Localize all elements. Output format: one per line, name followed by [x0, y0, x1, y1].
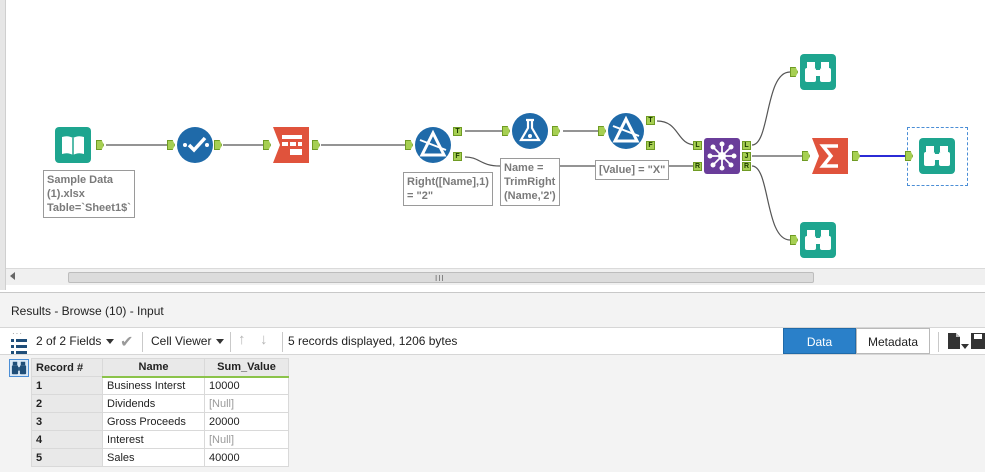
browse-tool-selected[interactable]: [918, 137, 956, 175]
binoculars-icon: [919, 138, 955, 174]
browse-tool-bottom[interactable]: [799, 221, 837, 259]
sigma-icon: [812, 138, 848, 174]
filter2-annotation: [Value] = "X": [595, 160, 670, 180]
record-number-cell: 2: [31, 394, 103, 413]
wire-join-left-to-browse: [751, 71, 791, 146]
binoculars-icon: [800, 54, 836, 90]
results-title: Results - Browse (10) - Input: [11, 304, 164, 318]
join-left-input-anchor[interactable]: L: [693, 141, 702, 150]
wire-join-right-to-browse: [751, 165, 791, 241]
summarize-tool[interactable]: [811, 137, 849, 175]
join-left-output-anchor[interactable]: L: [742, 141, 751, 150]
check-circle-icon: [177, 127, 213, 163]
records-info: 5 records displayed, 1206 bytes: [288, 334, 458, 348]
binoculars-icon: [800, 222, 836, 258]
workflow-canvas[interactable]: Sample Data (1).xlsx Table=`Sheet1$` T F…: [0, 0, 985, 290]
record-number-cell: 3: [31, 412, 103, 431]
save-icon[interactable]: [971, 332, 985, 353]
filter-tool-2[interactable]: [607, 112, 645, 150]
data-tab-button[interactable]: Data: [783, 328, 856, 354]
wire-filter2-true-to-join: [656, 120, 697, 146]
grid-header-row: Record # Name Sum_Value: [31, 358, 289, 378]
filter2-true-anchor[interactable]: T: [646, 116, 655, 125]
chevron-down-icon[interactable]: [961, 339, 969, 353]
join-tool[interactable]: [703, 137, 741, 175]
text-to-columns-tool[interactable]: [272, 126, 310, 164]
record-number-cell: 5: [31, 448, 103, 467]
arrow-down-icon[interactable]: ↓: [260, 331, 268, 348]
chevron-down-icon: [106, 339, 115, 345]
binoculars-icon[interactable]: [9, 359, 29, 377]
toolbar-divider: [230, 332, 231, 352]
sum-value-cell[interactable]: 10000: [204, 376, 289, 395]
fields-selector[interactable]: 2 of 2 Fields: [36, 334, 115, 348]
book-icon: [55, 127, 91, 163]
record-number-cell: 1: [31, 376, 103, 395]
arrow-up-icon[interactable]: ↑: [238, 331, 246, 348]
results-panel: Results - Browse (10) - Input 2 of 2 Fie…: [0, 292, 985, 472]
input-tool-annotation: Sample Data (1).xlsx Table=`Sheet1$`: [43, 170, 135, 218]
filter-triangle-icon: [415, 127, 451, 163]
results-toolbar: 2 of 2 Fields ✔ Cell Viewer ↑ ↓ 5 record…: [0, 327, 985, 355]
filter1-true-anchor[interactable]: T: [453, 127, 462, 136]
input-data-tool[interactable]: [54, 126, 92, 164]
join-right-input-anchor[interactable]: R: [693, 162, 702, 171]
list-icon[interactable]: [10, 337, 28, 355]
toolbar-divider: [282, 332, 283, 352]
column-header-name[interactable]: Name: [102, 358, 205, 378]
metadata-tab-button[interactable]: Metadata: [856, 328, 930, 354]
browse-tool-top[interactable]: [799, 53, 837, 91]
column-header-record[interactable]: Record #: [31, 358, 103, 377]
toolbar-divider: [142, 332, 143, 352]
record-number-cell: 4: [31, 430, 103, 449]
cell-viewer-selector[interactable]: Cell Viewer: [151, 334, 225, 348]
flask-icon: [512, 113, 548, 149]
chevron-down-icon: [216, 339, 225, 345]
connection-wires: [106, 71, 906, 241]
cell-viewer-label: Cell Viewer: [151, 334, 212, 348]
scrollbar-grip: III: [435, 274, 445, 283]
table-split-icon: [273, 127, 309, 163]
filter1-annotation: Right([Name],1) = "2": [403, 172, 493, 206]
sum-value-cell[interactable]: [Null]: [204, 430, 289, 449]
formula-annotation: Name = TrimRight (Name,'2'): [500, 158, 560, 206]
join-join-output-anchor[interactable]: J: [742, 152, 751, 161]
canvas-horizontal-scrollbar[interactable]: III: [6, 268, 985, 285]
column-header-sum-value[interactable]: Sum_Value: [204, 358, 289, 378]
name-cell[interactable]: Business Interst: [102, 376, 205, 395]
filter2-false-anchor[interactable]: F: [646, 141, 655, 150]
scrollbar-thumb[interactable]: III: [68, 272, 814, 283]
table-row[interactable]: 4 Interest [Null]: [31, 430, 289, 449]
name-cell[interactable]: Interest: [102, 430, 205, 449]
filter-triangle-icon: [608, 113, 644, 149]
network-join-icon: [704, 138, 740, 174]
table-row[interactable]: 5 Sales 40000: [31, 448, 289, 467]
scroll-left-arrow-icon[interactable]: [10, 272, 15, 280]
name-cell[interactable]: Sales: [102, 448, 205, 467]
table-row[interactable]: 3 Gross Proceeds 20000: [31, 412, 289, 431]
join-right-output-anchor[interactable]: R: [742, 162, 751, 171]
table-row[interactable]: 1 Business Interst 10000: [31, 376, 289, 395]
select-tool[interactable]: [176, 126, 214, 164]
formula-tool[interactable]: [511, 112, 549, 150]
name-cell[interactable]: Gross Proceeds: [102, 412, 205, 431]
table-row[interactable]: 2 Dividends [Null]: [31, 394, 289, 413]
fields-label: 2 of 2 Fields: [36, 334, 102, 348]
toolbar-divider: [938, 332, 939, 352]
filter1-false-anchor[interactable]: F: [453, 152, 462, 161]
sum-value-cell[interactable]: 40000: [204, 448, 289, 467]
name-cell[interactable]: Dividends: [102, 394, 205, 413]
results-data-grid: Record # Name Sum_Value 1 Business Inter…: [31, 358, 289, 467]
checkmark-icon[interactable]: ✔: [120, 332, 133, 352]
sum-value-cell[interactable]: [Null]: [204, 394, 289, 413]
filter-tool-1[interactable]: [414, 126, 452, 164]
sum-value-cell[interactable]: 20000: [204, 412, 289, 431]
